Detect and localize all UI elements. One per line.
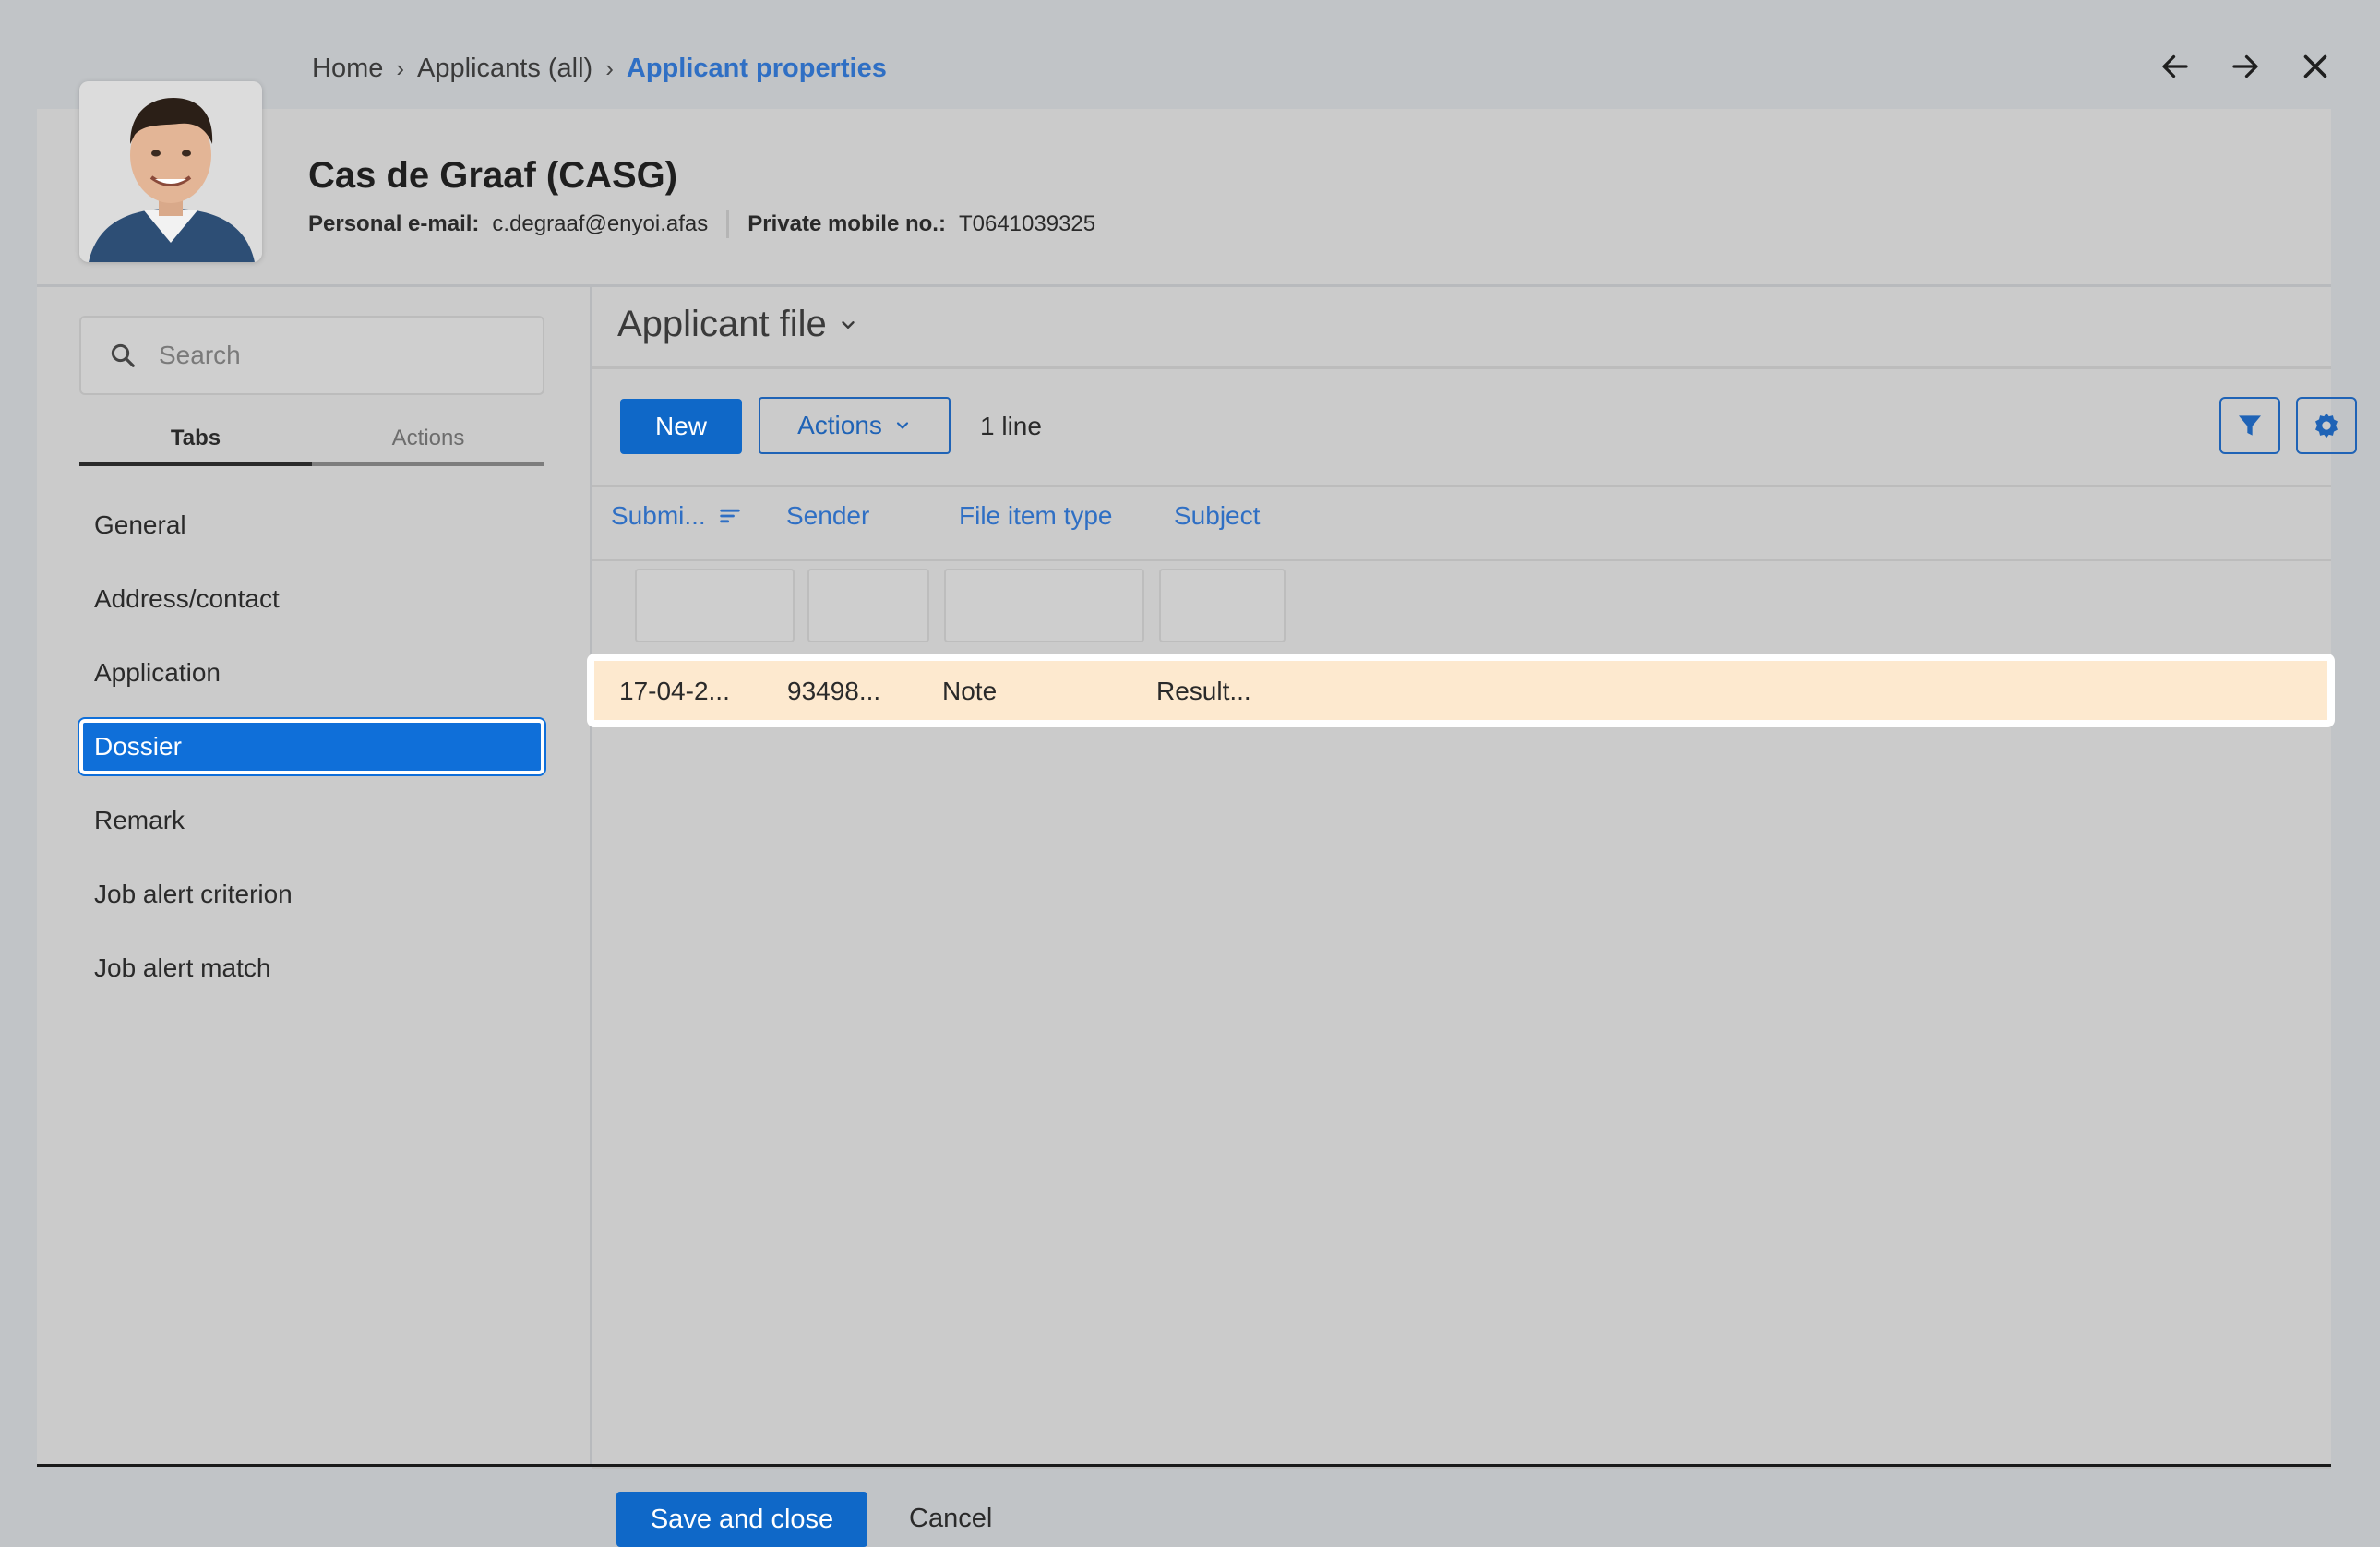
chevron-down-icon xyxy=(838,315,858,335)
filter-cell-submitted[interactable] xyxy=(635,569,795,642)
cancel-button[interactable]: Cancel xyxy=(909,1504,992,1534)
breadcrumb-separator: › xyxy=(605,54,614,82)
search-box[interactable] xyxy=(79,316,544,395)
contact-info: Personal e-mail: c.degraaf@enyoi.afas Pr… xyxy=(308,210,1095,238)
settings-button[interactable] xyxy=(2296,397,2357,454)
tab-actions[interactable]: Actions xyxy=(312,426,544,462)
sidebar-tabs: Tabs Actions xyxy=(79,426,544,466)
sort-icon xyxy=(719,509,740,523)
arrow-right-icon[interactable] xyxy=(2227,48,2264,85)
window-controls xyxy=(2157,48,2334,85)
profile-header: Cas de Graaf (CASG) Personal e-mail: c.d… xyxy=(37,81,2331,287)
page-title-text: Applicant file xyxy=(617,304,827,344)
cell-file-item-type: Note xyxy=(942,677,998,705)
applicant-name: Cas de Graaf (CASG) xyxy=(308,155,678,196)
breadcrumb-home[interactable]: Home xyxy=(312,54,383,84)
sidebar-nav: General Address/contact Application Doss… xyxy=(79,498,544,1014)
column-header-label: Submi... xyxy=(611,501,706,530)
sidebar: Tabs Actions General Address/contact App… xyxy=(37,287,592,1466)
properties-panel: Cas de Graaf (CASG) Personal e-mail: c.d… xyxy=(37,81,2357,1547)
actions-button[interactable]: Actions xyxy=(759,397,951,454)
save-and-close-button[interactable]: Save and close xyxy=(616,1492,867,1547)
new-button[interactable]: New xyxy=(620,399,742,454)
close-icon[interactable] xyxy=(2297,48,2334,85)
sidebar-item-remark[interactable]: Remark xyxy=(79,793,544,848)
chevron-down-icon xyxy=(896,422,908,429)
filter-icon xyxy=(2239,415,2261,436)
filter-button[interactable] xyxy=(2219,397,2280,454)
bottom-border xyxy=(37,1464,2331,1467)
sidebar-item-job-alert-match[interactable]: Job alert match xyxy=(79,941,544,996)
main-content: Applicant file New Actions 1 line Submi.… xyxy=(587,287,2357,1547)
tab-tabs[interactable]: Tabs xyxy=(79,426,312,466)
divider xyxy=(726,210,730,238)
sidebar-item-job-alert-criterion[interactable]: Job alert criterion xyxy=(79,867,544,922)
search-input[interactable] xyxy=(157,340,511,371)
mobile-label: Private mobile no.: xyxy=(747,211,946,236)
email-label: Personal e-mail: xyxy=(308,211,480,236)
breadcrumb-current: Applicant properties xyxy=(626,54,887,83)
title-divider xyxy=(592,366,2331,369)
actions-label: Actions xyxy=(797,411,882,439)
header-divider xyxy=(592,559,2331,561)
top-bar: Home › Applicants (all) › Applicant prop… xyxy=(0,0,2380,109)
breadcrumb-applicants[interactable]: Applicants (all) xyxy=(417,54,592,84)
filter-cell-sender[interactable] xyxy=(807,569,929,642)
cell-subject: Result... xyxy=(1156,677,1251,705)
table-row[interactable]: 17-04-2... 93498... Note Result... xyxy=(587,654,2335,727)
search-icon xyxy=(109,342,137,369)
filter-cell-file-item-type[interactable] xyxy=(944,569,1144,642)
column-header-subject[interactable]: Subject xyxy=(1174,501,1260,531)
arrow-left-icon[interactable] xyxy=(2157,48,2194,85)
sidebar-item-application[interactable]: Application xyxy=(79,645,544,701)
filter-cell-subject[interactable] xyxy=(1159,569,1286,642)
cell-sender: 93498... xyxy=(787,677,881,705)
email-value: c.degraaf@enyoi.afas xyxy=(492,211,709,236)
toolbar-divider xyxy=(592,485,2331,487)
breadcrumb-separator: › xyxy=(396,54,405,82)
sidebar-item-dossier[interactable]: Dossier xyxy=(79,719,544,774)
column-header-submitted[interactable]: Submi... xyxy=(611,501,743,531)
sidebar-item-address-contact[interactable]: Address/contact xyxy=(79,571,544,627)
line-count: 1 line xyxy=(980,412,1042,440)
cell-submitted: 17-04-2... xyxy=(619,677,730,705)
page-title[interactable]: Applicant file xyxy=(617,304,858,345)
sidebar-item-general[interactable]: General xyxy=(79,498,544,553)
mobile-value: T0641039325 xyxy=(958,211,1096,236)
avatar xyxy=(79,81,262,262)
gear-icon xyxy=(2315,413,2338,438)
breadcrumb: Home › Applicants (all) › Applicant prop… xyxy=(312,54,887,84)
column-header-sender[interactable]: Sender xyxy=(786,501,869,531)
column-header-file-item-type[interactable]: File item type xyxy=(959,501,1113,531)
